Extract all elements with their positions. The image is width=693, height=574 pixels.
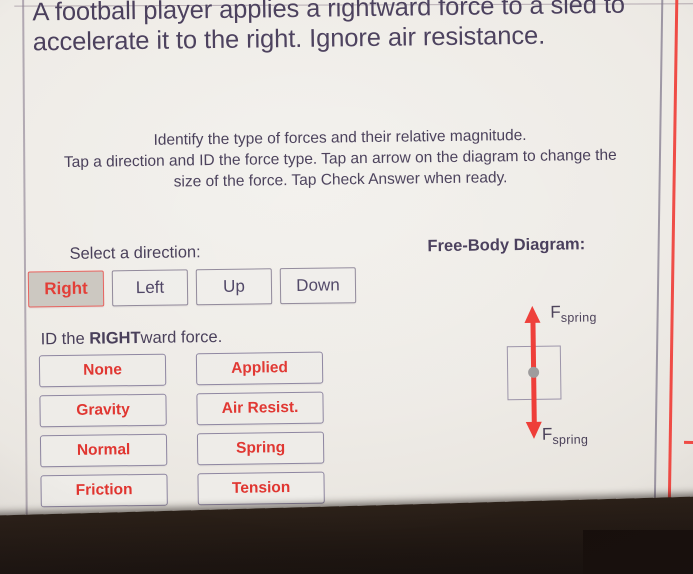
force-button-friction[interactable]: Friction — [40, 473, 168, 508]
free-body-diagram-title: Free-Body Diagram: — [427, 235, 586, 256]
direction-button-up[interactable]: Up — [195, 268, 273, 306]
photo-of-screen: A football player applies a rightward fo… — [0, 0, 693, 574]
force-button-none[interactable]: None — [38, 353, 167, 388]
force-button-air-resist[interactable]: Air Resist. — [196, 391, 324, 426]
fbd-arrow-down-head[interactable] — [525, 421, 543, 439]
left-divider-line — [21, 0, 28, 540]
id-force-label-prefix: ID the — [40, 329, 90, 349]
fbd-label-up-symbol: F — [550, 302, 561, 322]
direction-button-right[interactable]: Right — [27, 270, 105, 308]
fbd-label-up-subscript: spring — [560, 310, 597, 325]
fbd-label-down-symbol: F — [541, 424, 553, 444]
force-button-normal[interactable]: Normal — [39, 433, 168, 468]
activity-content: A football player applies a rightward fo… — [27, 0, 693, 543]
direction-button-left[interactable]: Left — [111, 269, 189, 307]
fbd-label-down-force: Fspring — [542, 424, 589, 447]
force-button-spring[interactable]: Spring — [196, 431, 325, 466]
force-button-gravity[interactable]: Gravity — [39, 393, 167, 428]
force-type-grid: None Applied Gravity Air Resist. Normal … — [38, 351, 325, 508]
free-body-diagram: Fspring Fspring — [428, 293, 680, 466]
instructions: Identify the type of forces and their re… — [10, 123, 671, 195]
id-force-label-suffix: ward force. — [140, 327, 223, 348]
direction-button-row: Right Left Up Down — [27, 267, 357, 308]
page-title: A football player applies a rightward fo… — [32, 0, 626, 57]
force-button-tension[interactable]: Tension — [197, 471, 325, 506]
id-force-label-direction: RIGHT — [89, 329, 141, 348]
fbd-label-down-subscript: spring — [552, 432, 589, 448]
fbd-center-dot — [528, 366, 540, 378]
fbd-arrow-up-head[interactable] — [524, 305, 541, 323]
select-direction-label: Select a direction: — [69, 243, 201, 263]
desk-corner — [583, 530, 693, 574]
id-force-label: ID the RIGHTward force. — [41, 328, 223, 349]
fbd-label-up-force: Fspring — [550, 302, 597, 325]
direction-button-down[interactable]: Down — [279, 267, 357, 305]
force-button-applied[interactable]: Applied — [195, 351, 324, 386]
screen-surface: A football player applies a rightward fo… — [0, 0, 693, 566]
